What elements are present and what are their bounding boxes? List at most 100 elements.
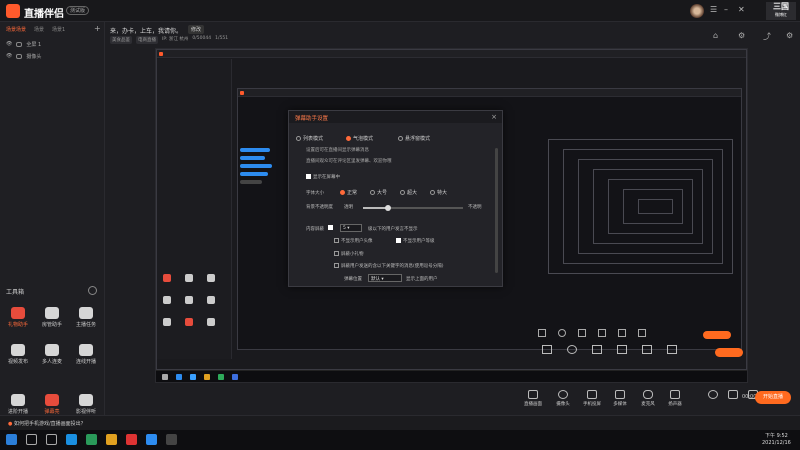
- radio-icon[interactable]: [346, 136, 351, 141]
- nested-chat-panel: [240, 144, 280, 254]
- collapse-toolbox-icon[interactable]: [88, 286, 97, 295]
- browser-icon[interactable]: [86, 434, 97, 445]
- microphone-button[interactable]: 麦克风: [635, 390, 661, 407]
- radio-icon[interactable]: [430, 190, 435, 195]
- radio-icon[interactable]: [398, 136, 403, 141]
- radio-icon[interactable]: [370, 190, 375, 195]
- position-select[interactable]: 默认 ▾: [368, 274, 402, 282]
- mode-list[interactable]: 列表模式: [296, 135, 323, 142]
- app-icon[interactable]: [126, 434, 137, 445]
- hide-level-checkbox[interactable]: 不显示用户等级: [396, 238, 435, 244]
- font-size-xxlarge[interactable]: 特大: [430, 189, 447, 196]
- add-scene-button[interactable]: +: [94, 24, 101, 33]
- dialog-desc-1: 设置后可在直播间显示弹幕消息: [306, 148, 369, 153]
- danmaku-icon: [45, 394, 59, 406]
- task-view-icon[interactable]: [46, 434, 57, 445]
- position-hint: 显示上面的用户: [406, 277, 438, 282]
- menu-icon[interactable]: ☰: [710, 5, 717, 14]
- dialog-desc-2: 直播间观众可在评论区里发弹幕、欢迎你哦: [306, 159, 392, 164]
- close-icon[interactable]: ✕: [738, 5, 745, 14]
- nested-left-panel: [157, 59, 232, 359]
- status-message[interactable]: ● 如何把手机游戏/直播画面投出？: [8, 420, 86, 427]
- tool-movie-listen[interactable]: 影视伴听: [70, 394, 102, 415]
- tool-admin-assistant[interactable]: 房管助手: [36, 307, 68, 328]
- tag-category[interactable]: 美食品鉴: [110, 36, 132, 44]
- tool-link-live[interactable]: 连线开播: [70, 344, 102, 365]
- monitor-icon: [528, 390, 538, 399]
- font-size-normal[interactable]: 正常: [340, 189, 357, 196]
- scene-tabs: 场景场景 场景 场景1: [0, 22, 104, 36]
- nested-windows-taskbar: [156, 370, 747, 382]
- app-icon-3[interactable]: [166, 434, 177, 445]
- speaker-button[interactable]: 扬声器: [662, 390, 688, 407]
- tab-scene-0[interactable]: 场景场景: [6, 26, 26, 36]
- filter-checkbox[interactable]: [328, 225, 335, 231]
- opacity-slider-knob[interactable]: [385, 205, 391, 211]
- block-keywords-checkbox[interactable]: 屏蔽用户发送的含以下关键字的消息(使用逗号分隔): [334, 263, 444, 269]
- opacity-slider[interactable]: [363, 205, 463, 211]
- radio-icon[interactable]: [296, 136, 301, 141]
- source-item[interactable]: 👁 摄像头: [0, 50, 104, 62]
- scene-screen-button[interactable]: 直播画面: [520, 390, 546, 407]
- app-name: 直播伴侣: [24, 9, 64, 20]
- checkbox-icon[interactable]: [334, 238, 339, 243]
- radio-icon[interactable]: [400, 190, 405, 195]
- gear-icon[interactable]: ⚙: [738, 31, 745, 40]
- hide-avatar-checkbox[interactable]: 不显示用户头像: [334, 238, 373, 244]
- opacity-max-label: 不透明: [468, 205, 482, 210]
- windows-start-icon[interactable]: [6, 434, 17, 445]
- start-live-button[interactable]: 开始直播: [755, 391, 791, 404]
- tool-danmaku[interactable]: 弹幕亮: [36, 394, 68, 415]
- user-avatar[interactable]: [690, 4, 704, 18]
- checkbox-icon[interactable]: [306, 174, 311, 179]
- tab-scene-2[interactable]: 场景1: [52, 26, 65, 36]
- show-on-screen-checkbox[interactable]: 显示在屏幕中: [306, 174, 340, 180]
- checkbox-icon[interactable]: [396, 238, 401, 243]
- checkbox-icon[interactable]: [334, 263, 339, 268]
- app-window: 直播伴侣 测试版 ☰ – ✕ 三国 微博红 场景场景 场景 场景1 + 👁 全屏 …: [0, 0, 800, 430]
- close-icon[interactable]: ×: [491, 113, 497, 121]
- tool-multi-mic[interactable]: 多人连麦: [36, 344, 68, 365]
- share-icon[interactable]: ⤴: [763, 31, 771, 42]
- video-icon: [11, 344, 25, 356]
- tool-gift-assistant[interactable]: 礼物助手: [2, 307, 34, 328]
- search-icon[interactable]: [26, 434, 37, 445]
- eye-icon[interactable]: 👁: [6, 41, 12, 47]
- tool-video-publish[interactable]: 视频发布: [2, 344, 34, 365]
- mode-bubble[interactable]: 气泡模式: [346, 135, 373, 142]
- mini-logo-icon: [159, 52, 163, 56]
- nested-title-bar: [157, 50, 746, 58]
- phone-cast-button[interactable]: 手机投屏: [579, 390, 605, 407]
- home-icon[interactable]: ⌂: [713, 31, 718, 40]
- app-icon-2[interactable]: [146, 434, 157, 445]
- settings-icon[interactable]: ⚙: [786, 31, 793, 40]
- checkbox-icon[interactable]: [334, 251, 339, 256]
- multimedia-button[interactable]: 多媒体: [607, 390, 633, 407]
- checkbox-icon[interactable]: [328, 225, 333, 230]
- radio-icon[interactable]: [340, 190, 345, 195]
- tool-host-task[interactable]: 主播任务: [70, 307, 102, 328]
- speaker-icon: [670, 390, 680, 399]
- folder-icon[interactable]: [106, 434, 117, 445]
- system-clock[interactable]: 下午 9:52 2021/12/16: [762, 433, 791, 447]
- tag-subcategory[interactable]: 电商直播: [136, 36, 158, 44]
- font-size-xlarge[interactable]: 超大: [400, 189, 417, 196]
- filter-label: 内容屏蔽: [306, 227, 324, 232]
- eye-icon[interactable]: 👁: [6, 53, 12, 59]
- tool-advanced-live[interactable]: 进阶开播: [2, 394, 34, 415]
- edge-icon[interactable]: [66, 434, 77, 445]
- edit-title-button[interactable]: 修改: [188, 25, 205, 34]
- filter-level-select[interactable]: 5 ▾: [340, 224, 362, 232]
- camera-button[interactable]: 摄像头: [550, 390, 576, 407]
- minimize-icon[interactable]: –: [724, 5, 728, 14]
- dialog-scrollbar[interactable]: [495, 148, 498, 273]
- mode-float[interactable]: 悬浮窗模式: [398, 135, 430, 142]
- screen-icon: [16, 41, 23, 47]
- tag-ip: IP: 浙江 杭州: [162, 37, 189, 42]
- block-small-gift-checkbox[interactable]: 屏蔽小礼物: [334, 251, 364, 257]
- tag-count-a: 0/50044: [192, 36, 212, 41]
- nested-title-bar-2: [238, 89, 741, 97]
- tab-scene-1[interactable]: 场景: [34, 26, 44, 36]
- font-size-large[interactable]: 大号: [370, 189, 387, 196]
- source-item[interactable]: 👁 全屏 1: [0, 38, 104, 50]
